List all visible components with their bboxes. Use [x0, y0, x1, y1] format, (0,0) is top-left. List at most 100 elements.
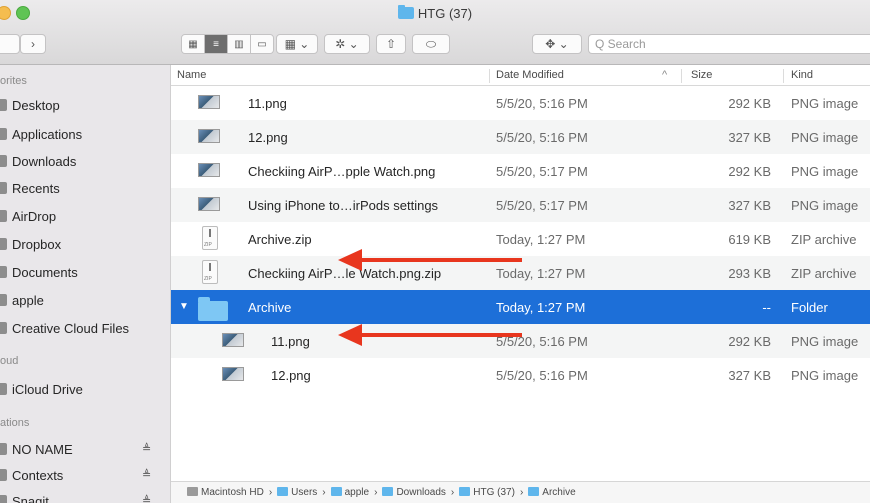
cell-date: 5/5/20, 5:16 PM — [496, 130, 588, 145]
sidebar-item-label: AirDrop — [12, 208, 57, 224]
table-row[interactable]: Checkiing AirP…pple Watch.png 5/5/20, 5:1… — [171, 154, 870, 188]
sidebar-item[interactable]: Recents — [0, 178, 60, 198]
folder-icon — [198, 297, 228, 321]
sidebar-item[interactable]: apple — [0, 290, 44, 310]
cell-name: 11.png — [248, 96, 287, 111]
title-bar: HTG (37) › ▦ ≡ ▥ ▭ ▦ ⌄ ✲ ⌄ ⇧ ⬭ ✥ ⌄ Q Sea… — [0, 0, 870, 65]
forward-button[interactable]: › — [20, 34, 46, 54]
path-item[interactable]: apple — [330, 487, 369, 498]
column-size[interactable]: Size — [691, 69, 712, 81]
table-row[interactable]: 11.png 5/5/20, 5:16 PM 292 KB PNG image — [171, 324, 870, 358]
sidebar-item[interactable]: Documents — [0, 262, 78, 282]
window-title: HTG (37) — [0, 5, 870, 21]
cell-name: 11.png — [271, 334, 310, 349]
cell-size: 327 KB — [728, 198, 771, 213]
cell-size: 327 KB — [728, 130, 771, 145]
sidebar-item-icon — [0, 294, 7, 306]
image-thumbnail-icon — [198, 163, 220, 177]
sidebar-section-header: ations — [0, 417, 30, 429]
gear-icon: ✲ ⌄ — [335, 37, 359, 51]
sidebar-item-icon — [0, 469, 7, 481]
share-icon: ⇧ — [385, 37, 397, 51]
disclosure-triangle-icon[interactable]: ▼ — [179, 301, 189, 312]
table-row[interactable]: Archive.zip Today, 1:27 PM 619 KB ZIP archi… — [171, 222, 870, 256]
path-item[interactable]: Downloads — [382, 487, 446, 498]
cell-kind: PNG image — [791, 164, 859, 179]
sidebar-item-icon — [0, 266, 7, 278]
image-thumbnail-icon — [198, 129, 220, 143]
sort-indicator: ^ — [662, 69, 668, 81]
sidebar-item-label: Downloads — [12, 153, 77, 169]
cell-kind: PNG image — [791, 198, 859, 213]
eject-icon[interactable]: ≜ — [142, 494, 151, 503]
eject-icon[interactable]: ≜ — [142, 468, 151, 481]
eject-icon[interactable]: ≜ — [142, 442, 151, 455]
gallery-view-icon[interactable]: ▭ — [251, 35, 273, 53]
sidebar-item-icon — [0, 238, 7, 250]
sidebar-item[interactable]: Desktop — [0, 95, 60, 115]
folder-icon — [382, 487, 394, 496]
column-view-icon[interactable]: ▥ — [228, 35, 251, 53]
folder-icon — [528, 487, 540, 496]
cell-date: 5/5/20, 5:17 PM — [496, 198, 588, 213]
sidebar-item-label: Contexts — [12, 467, 64, 483]
search-field[interactable]: Q Search — [588, 34, 870, 54]
cell-kind: PNG image — [791, 368, 859, 383]
path-item[interactable]: Users — [277, 487, 317, 498]
back-button[interactable] — [0, 34, 20, 54]
sidebar-item[interactable]: iCloud Drive — [0, 379, 83, 399]
dropbox-icon: ✥ ⌄ — [545, 37, 569, 51]
sidebar-item[interactable]: NO NAME — [0, 439, 73, 459]
table-row[interactable]: Using iPhone to…irPods settings 5/5/20, 5… — [171, 188, 870, 222]
icon-view-icon[interactable]: ▦ — [182, 35, 205, 53]
column-name[interactable]: Name — [177, 69, 206, 81]
action-button[interactable]: ✲ ⌄ — [324, 34, 370, 54]
sidebar-item[interactable]: AirDrop — [0, 206, 56, 226]
annotation-arrow-head — [338, 249, 362, 271]
path-separator: › — [268, 487, 273, 498]
sidebar-item[interactable]: Snagit — [0, 491, 49, 503]
zip-file-icon — [202, 226, 218, 250]
cell-size: 292 KB — [728, 164, 771, 179]
table-row[interactable]: 12.png 5/5/20, 5:16 PM 327 KB PNG image — [171, 120, 870, 154]
tags-button[interactable]: ⬭ — [412, 34, 450, 54]
sidebar-item[interactable]: Dropbox — [0, 234, 61, 254]
sidebar-section-header: orites — [0, 75, 27, 87]
cell-size: -- — [762, 300, 771, 315]
path-bar: Macintosh HD › Users › apple › Downloads › HTG (… — [171, 481, 870, 503]
sidebar-item-icon — [0, 210, 7, 222]
dropbox-button[interactable]: ✥ ⌄ — [532, 34, 582, 54]
path-separator: › — [374, 487, 378, 498]
tag-icon: ⬭ — [425, 36, 437, 51]
table-row[interactable]: 11.png 5/5/20, 5:16 PM 292 KB PNG image — [171, 86, 870, 120]
sidebar-item[interactable]: Downloads — [0, 151, 76, 171]
path-item[interactable]: HTG (37) — [459, 487, 515, 498]
annotation-arrow-head — [338, 324, 362, 346]
image-thumbnail-icon — [198, 95, 220, 109]
sidebar-item[interactable]: Creative Cloud Files — [0, 318, 129, 338]
table-row[interactable]: 12.png 5/5/20, 5:16 PM 327 KB PNG image — [171, 358, 870, 392]
group-icon: ▦ ⌄ — [284, 37, 310, 51]
cell-kind: ZIP archive — [791, 232, 857, 247]
path-item[interactable]: Archive — [528, 487, 576, 498]
sidebar: orites oud ations Desktop Applications Downlo… — [0, 65, 171, 503]
sidebar-item-icon — [0, 155, 7, 167]
cell-name: Archive — [248, 300, 292, 315]
view-mode-segmented-control[interactable]: ▦ ≡ ▥ ▭ — [181, 34, 274, 54]
cell-name: 12.png — [271, 368, 311, 383]
sidebar-item[interactable]: Contexts — [0, 465, 63, 485]
list-view-icon[interactable]: ≡ — [205, 35, 228, 53]
share-button[interactable]: ⇧ — [376, 34, 406, 54]
table-row[interactable]: ▼ Archive Today, 1:27 PM -- Folder — [171, 290, 870, 324]
group-button[interactable]: ▦ ⌄ — [276, 34, 318, 54]
column-date-modified[interactable]: Date Modified — [496, 69, 564, 81]
annotation-arrow-shaft — [360, 333, 522, 337]
cell-date: 5/5/20, 5:16 PM — [496, 96, 588, 111]
sidebar-item-label: Documents — [12, 264, 78, 280]
column-kind[interactable]: Kind — [791, 69, 813, 81]
sidebar-item[interactable]: Applications — [0, 124, 82, 144]
sidebar-item-icon — [0, 495, 7, 503]
sidebar-item-icon — [0, 128, 7, 140]
sidebar-item-icon — [0, 322, 7, 334]
path-item[interactable]: Macintosh HD — [187, 487, 264, 498]
